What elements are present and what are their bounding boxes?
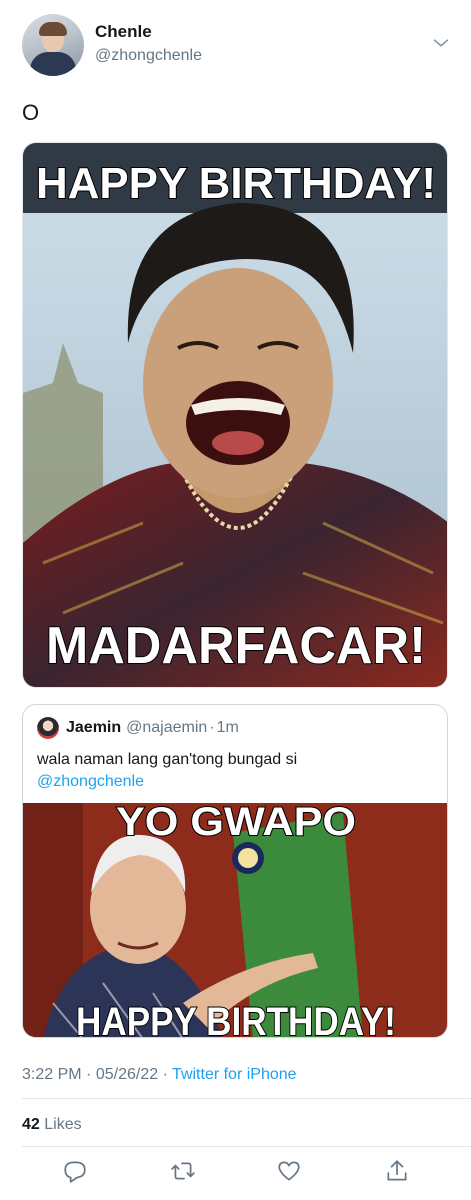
- quoted-tweet[interactable]: Jaemin @najaemin · 1m wala naman lang ga…: [22, 704, 448, 1038]
- quoted-separator: ·: [209, 719, 215, 736]
- tweet-timestamp-line: 3:22 PM · 05/26/22 · Twitter for iPhone: [22, 1066, 297, 1084]
- image-caption-bottom: MADARFACAR!: [46, 617, 426, 675]
- meta-separator: ·: [86, 1066, 92, 1083]
- quoted-tweet-image[interactable]: YO GWAPO HAPPY BIRTHDAY!: [23, 799, 447, 1038]
- author-avatar[interactable]: [22, 14, 84, 76]
- tweet-text: O: [22, 100, 40, 125]
- divider: [22, 1146, 471, 1147]
- meta-separator: ·: [162, 1066, 168, 1083]
- tweet-header: Chenle @zhongchenle: [22, 14, 452, 78]
- share-icon[interactable]: [384, 1158, 410, 1184]
- quoted-text-body: wala naman lang gan'tong bungad si: [37, 751, 298, 768]
- like-icon[interactable]: [276, 1158, 302, 1184]
- author-handle[interactable]: @zhongchenle: [95, 47, 202, 65]
- quoted-tweet-header: Jaemin @najaemin · 1m: [37, 717, 239, 739]
- reply-icon[interactable]: [62, 1158, 88, 1184]
- quoted-image-caption-top: YO GWAPO: [116, 803, 356, 844]
- tweet-image[interactable]: HAPPY BIRTHDAY! MADARFACAR!: [22, 142, 448, 688]
- chevron-down-icon[interactable]: [430, 32, 452, 54]
- tweet-time: 3:22 PM: [22, 1066, 82, 1083]
- quoted-author-name: Jaemin: [66, 719, 122, 736]
- image-caption-top: HAPPY BIRTHDAY!: [36, 159, 436, 208]
- quoted-image-caption-bottom: HAPPY BIRTHDAY!: [76, 1000, 396, 1038]
- quoted-author-handle: @najaemin: [126, 719, 208, 736]
- tweet-source-link[interactable]: Twitter for iPhone: [172, 1066, 297, 1083]
- quoted-tweet-text: wala naman lang gan'tong bungad si @zhon…: [37, 749, 437, 793]
- quoted-author-avatar: [37, 717, 59, 739]
- divider: [22, 1098, 471, 1099]
- retweet-icon[interactable]: [170, 1158, 196, 1184]
- quoted-mention-link[interactable]: @zhongchenle: [37, 773, 144, 790]
- likes-count-link[interactable]: 42 Likes: [22, 1116, 82, 1134]
- likes-count: 42: [22, 1116, 40, 1133]
- author-name[interactable]: Chenle: [95, 22, 152, 42]
- tweet-actions-bar: [0, 1158, 471, 1188]
- likes-label: Likes: [44, 1116, 82, 1133]
- quoted-time: 1m: [216, 719, 239, 736]
- tweet-date: 05/26/22: [95, 1066, 159, 1083]
